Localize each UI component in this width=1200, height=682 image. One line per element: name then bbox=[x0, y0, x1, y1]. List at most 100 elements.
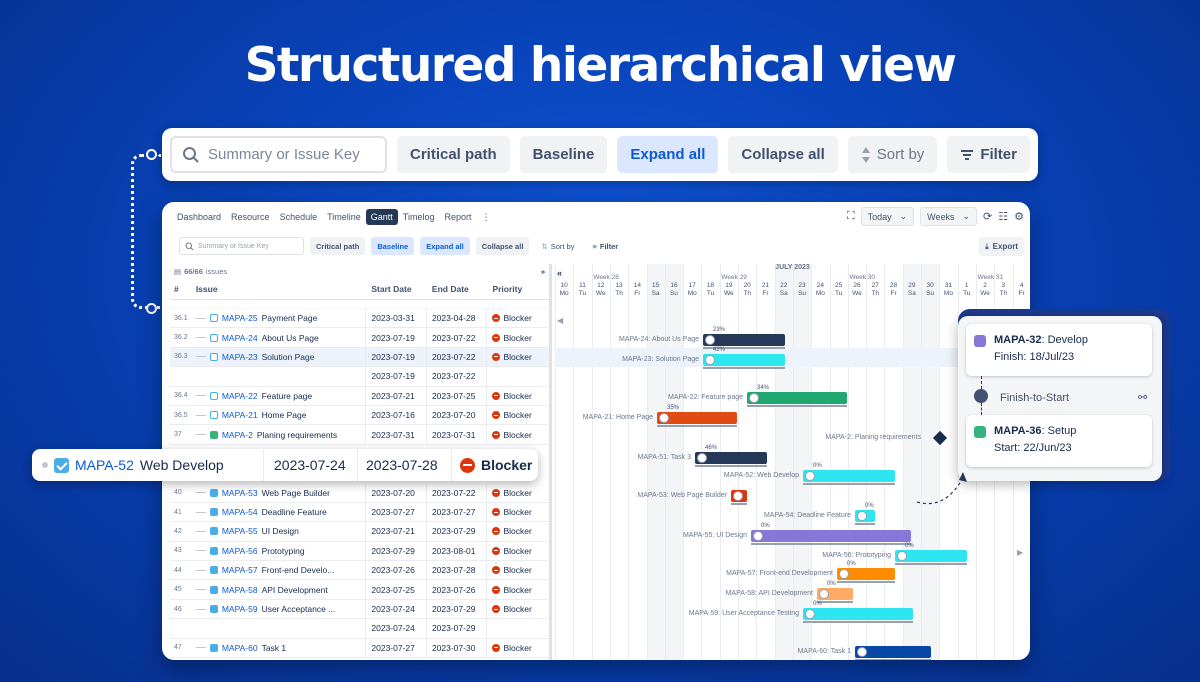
priority-cell[interactable]: Blocker bbox=[487, 526, 549, 536]
table-row[interactable]: 44 MAPA-57 Front-end Develo... 2023-07-26 20… bbox=[170, 561, 549, 581]
table-row[interactable]: 43 MAPA-56 Prototyping 2023-07-29 2023-08-01… bbox=[170, 541, 549, 562]
export-button[interactable]: ⤓ Export bbox=[979, 237, 1024, 256]
issue-key[interactable]: MAPA-22 bbox=[222, 391, 258, 401]
priority-cell[interactable]: Blocker bbox=[487, 430, 549, 440]
weeks-dropdown[interactable]: Weeks ⌄ bbox=[920, 207, 978, 226]
priority-cell[interactable]: Blocker bbox=[487, 507, 549, 517]
start-date-cell[interactable]: 2023-07-21 bbox=[366, 386, 427, 405]
small-sort-by-button[interactable]: ⇅ Sort by bbox=[535, 237, 580, 255]
issue-key[interactable]: MAPA-58 bbox=[222, 585, 258, 595]
table-row[interactable]: 40 MAPA-53 Web Page Builder 2023-07-20 2023-… bbox=[170, 483, 549, 503]
issue-key[interactable]: MAPA-57 bbox=[222, 565, 258, 575]
col-issue-header[interactable]: Issue bbox=[196, 279, 367, 299]
tab-gantt[interactable]: Gantt bbox=[365, 209, 398, 225]
table-row[interactable]: 2023-07-24 2023-07-29 bbox=[170, 619, 549, 639]
table-row[interactable]: 46 MAPA-59 User Acceptance ... 2023-07-24 20… bbox=[170, 599, 549, 620]
gantt-bar[interactable] bbox=[703, 334, 785, 346]
table-row[interactable]: 36.4 MAPA-22 Feature page 2023-07-21 2023-07… bbox=[170, 386, 549, 406]
start-date-cell[interactable]: 2023-07-20 bbox=[366, 483, 427, 502]
gantt-bar[interactable] bbox=[751, 530, 911, 542]
more-menu-icon[interactable]: ⋮ bbox=[477, 209, 496, 226]
popout-start-date[interactable]: 2023-07-24 bbox=[264, 449, 358, 481]
end-date-cell[interactable]: 2023-08-01 bbox=[427, 541, 488, 561]
start-date-cell[interactable]: 2023-07-16 bbox=[366, 405, 427, 425]
collapse-panel-icon[interactable]: » bbox=[541, 267, 545, 276]
start-date-cell[interactable]: 2023-07-24 bbox=[366, 619, 427, 638]
issue-key[interactable]: MAPA-56 bbox=[222, 546, 258, 556]
priority-cell[interactable]: Blocker bbox=[487, 565, 549, 575]
priority-cell[interactable]: Blocker bbox=[487, 352, 549, 362]
tab-timelog[interactable]: Timelog bbox=[398, 209, 440, 225]
small-search-input[interactable]: Summary or Issue Key bbox=[179, 237, 304, 255]
small-filter-button[interactable]: ≡ Filter bbox=[586, 237, 624, 255]
tab-schedule[interactable]: Schedule bbox=[275, 209, 323, 225]
big-search-input[interactable]: Summary or Issue Key bbox=[170, 136, 387, 173]
gantt-bar[interactable] bbox=[803, 608, 913, 620]
col-start-header[interactable]: Start Date bbox=[366, 279, 427, 299]
table-row[interactable]: 36.2 MAPA-24 About Us Page 2023-07-19 2023-0… bbox=[170, 328, 549, 348]
end-date-cell[interactable]: 2023-07-22 bbox=[427, 328, 488, 347]
start-date-cell[interactable]: 2023-07-27 bbox=[366, 638, 427, 658]
start-date-cell[interactable]: 2023-07-27 bbox=[366, 502, 427, 522]
issue-key[interactable]: MAPA-55 bbox=[222, 526, 258, 536]
issue-key[interactable]: MAPA-24 bbox=[222, 333, 258, 343]
start-date-cell[interactable]: 2023-07-21 bbox=[366, 522, 427, 541]
end-date-cell[interactable]: 2023-07-22 bbox=[427, 347, 488, 367]
issue-key[interactable]: MAPA-53 bbox=[222, 488, 258, 498]
col-priority-header[interactable]: Priority bbox=[487, 284, 549, 294]
scroll-left-icon[interactable]: « bbox=[557, 268, 562, 278]
priority-cell[interactable]: Blocker bbox=[487, 604, 549, 614]
table-row[interactable]: 2023-07-19 2023-07-22 bbox=[170, 367, 549, 387]
today-dropdown[interactable]: Today ⌄ bbox=[860, 207, 915, 226]
end-date-cell[interactable]: 2023-07-28 bbox=[427, 561, 488, 580]
table-row[interactable]: 47 MAPA-60 Task 1 2023-07-27 2023-07-30 Block… bbox=[170, 638, 549, 659]
end-date-cell[interactable]: 2023-07-22 bbox=[427, 367, 488, 386]
end-date-cell[interactable]: 2023-07-29 bbox=[427, 522, 488, 541]
issue-key[interactable]: MAPA-2 bbox=[222, 430, 253, 440]
start-date-cell[interactable]: 2023-07-19 bbox=[366, 347, 427, 367]
end-date-cell[interactable]: 2023-07-29 bbox=[427, 619, 488, 638]
start-date-cell[interactable]: 2023-07-31 bbox=[366, 425, 427, 444]
dependency-from[interactable]: MAPA-32: Develop Finish: 18/Jul/23 bbox=[966, 324, 1152, 376]
table-row[interactable]: 41 MAPA-54 Deadline Feature 2023-07-27 2023-… bbox=[170, 502, 549, 523]
filter-button[interactable]: Filter bbox=[947, 136, 1030, 173]
small-critical-path-button[interactable]: Critical path bbox=[310, 237, 366, 255]
table-row[interactable]: 36.1 MAPA-25 Payment Page 2023-03-31 2023-04… bbox=[170, 309, 549, 329]
priority-cell[interactable]: Blocker bbox=[487, 546, 549, 556]
priority-cell[interactable]: Blocker bbox=[487, 488, 549, 498]
table-row[interactable]: 37 MAPA-2 Planing requirements 2023-07-31 20… bbox=[170, 425, 549, 445]
priority-cell[interactable]: Blocker bbox=[487, 391, 549, 401]
table-row[interactable]: 45 MAPA-58 API Development 2023-07-25 2023-0… bbox=[170, 580, 549, 600]
dependency-to[interactable]: MAPA-36: Setup Start: 22/Jun/23 bbox=[966, 415, 1152, 467]
table-row[interactable]: 36.3 MAPA-23 Solution Page 2023-07-19 2023-0… bbox=[170, 347, 549, 368]
gantt-bar[interactable] bbox=[747, 392, 847, 404]
start-date-cell[interactable]: 2023-07-19 bbox=[366, 328, 427, 347]
small-expand-all-button[interactable]: Expand all bbox=[420, 237, 470, 255]
collapse-all-button[interactable]: Collapse all bbox=[728, 136, 838, 173]
small-baseline-button[interactable]: Baseline bbox=[371, 237, 415, 255]
end-date-cell[interactable]: 2023-07-31 bbox=[427, 425, 488, 444]
popout-issue-key[interactable]: MAPA-52 bbox=[75, 457, 134, 473]
scroll-right-icon[interactable]: ▶ bbox=[1017, 548, 1023, 557]
critical-path-button[interactable]: Critical path bbox=[396, 136, 510, 173]
end-date-cell[interactable]: 2023-07-30 bbox=[427, 638, 488, 658]
issue-key[interactable]: MAPA-54 bbox=[222, 507, 258, 517]
unlink-icon[interactable]: ⚯ bbox=[1138, 391, 1147, 404]
issue-key[interactable]: MAPA-25 bbox=[222, 313, 258, 323]
gantt-bar[interactable] bbox=[703, 354, 785, 366]
end-date-cell[interactable]: 2023-07-27 bbox=[427, 502, 488, 522]
baseline-button[interactable]: Baseline bbox=[519, 136, 608, 173]
fullscreen-icon[interactable]: ⛶ bbox=[847, 210, 855, 223]
table-row[interactable]: 36.5 MAPA-21 Home Page 2023-07-16 2023-07-20… bbox=[170, 405, 549, 426]
drag-handle-icon[interactable] bbox=[42, 462, 48, 468]
highlighted-row-popout[interactable]: MAPA-52 Web Develop 2023-07-24 2023-07-2… bbox=[32, 449, 538, 481]
popout-priority[interactable]: Blocker bbox=[452, 457, 532, 473]
start-date-cell[interactable]: 2023-07-26 bbox=[366, 561, 427, 580]
col-end-header[interactable]: End Date bbox=[427, 279, 488, 299]
priority-cell[interactable]: Blocker bbox=[487, 333, 549, 343]
end-date-cell[interactable]: 2023-04-28 bbox=[427, 309, 488, 328]
issue-key[interactable]: MAPA-59 bbox=[222, 604, 258, 614]
end-date-cell[interactable]: 2023-07-29 bbox=[427, 599, 488, 619]
table-row[interactable]: 42 MAPA-55 UI Design 2023-07-21 2023-07-29 Bl… bbox=[170, 522, 549, 542]
gantt-bar[interactable] bbox=[657, 412, 737, 424]
